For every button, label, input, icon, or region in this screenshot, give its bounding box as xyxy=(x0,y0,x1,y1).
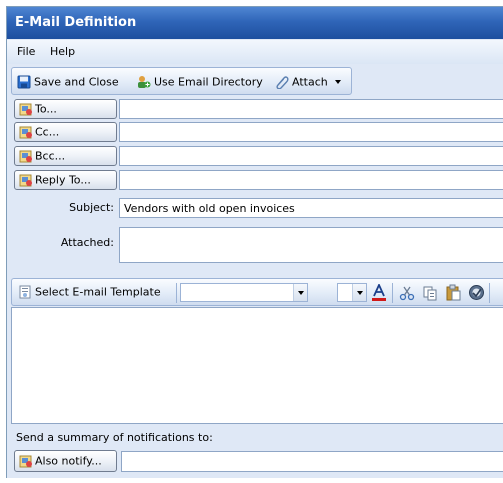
title-bar: E-Mail Definition xyxy=(7,7,503,39)
format-toolbar: Select E-mail Template xyxy=(11,278,503,306)
address-book-icon xyxy=(19,103,32,115)
directory-icon xyxy=(138,76,151,88)
main-toolbar: Save and Close Use Email Directory Attac… xyxy=(11,67,352,95)
window-title: E-Mail Definition xyxy=(15,15,137,30)
menu-bar: File Help xyxy=(7,40,503,64)
to-button[interactable]: To... xyxy=(14,99,117,119)
chevron-down-icon xyxy=(293,284,307,301)
chevron-down-icon xyxy=(335,80,342,84)
menu-help[interactable]: Help xyxy=(50,45,75,58)
bcc-button[interactable]: Bcc... xyxy=(14,146,117,166)
subject-label: Subject: xyxy=(69,201,114,214)
cc-button[interactable]: Cc... xyxy=(14,122,117,142)
address-book-icon xyxy=(19,126,32,138)
to-field[interactable] xyxy=(119,99,503,119)
address-book-icon xyxy=(19,455,32,467)
cut-icon[interactable] xyxy=(399,285,415,301)
reply-to-button[interactable]: Reply To... xyxy=(14,170,117,190)
spell-check-icon[interactable] xyxy=(468,284,485,301)
chevron-down-icon xyxy=(352,284,366,301)
message-body-editor[interactable] xyxy=(11,307,503,424)
bcc-field[interactable] xyxy=(119,146,503,166)
subject-field[interactable]: Vendors with old open invoices xyxy=(119,198,503,218)
save-icon xyxy=(17,75,31,89)
font-family-select[interactable] xyxy=(180,283,308,302)
font-size-select[interactable] xyxy=(337,283,367,302)
cc-field[interactable] xyxy=(119,122,503,142)
attach-dropdown-button[interactable]: Attach xyxy=(275,75,342,91)
address-book-icon xyxy=(19,174,32,186)
reply-to-field[interactable] xyxy=(119,170,503,190)
email-definition-window: E-Mail Definition File Help Save and Clo… xyxy=(6,6,503,478)
toolbar-separator xyxy=(176,283,177,303)
attach-icon xyxy=(276,76,289,89)
toolbar-separator xyxy=(489,283,490,303)
template-icon xyxy=(19,285,31,299)
use-email-directory-button[interactable]: Use Email Directory xyxy=(137,75,263,91)
copy-icon[interactable] xyxy=(422,285,438,301)
save-close-button[interactable]: Save and Close xyxy=(17,75,119,91)
summary-label: Send a summary of notifications to: xyxy=(16,431,213,444)
select-template-button[interactable]: Select E-mail Template xyxy=(18,285,161,301)
menu-file[interactable]: File xyxy=(17,45,35,58)
paste-icon[interactable] xyxy=(445,284,461,301)
address-book-icon xyxy=(19,150,32,162)
attachments-box[interactable] xyxy=(119,227,503,263)
toolbar-separator xyxy=(392,283,393,303)
attached-label: Attached: xyxy=(60,236,114,249)
also-notify-button[interactable]: Also notify... xyxy=(14,450,117,472)
also-notify-field[interactable] xyxy=(121,451,503,472)
font-color-icon[interactable] xyxy=(371,284,387,302)
